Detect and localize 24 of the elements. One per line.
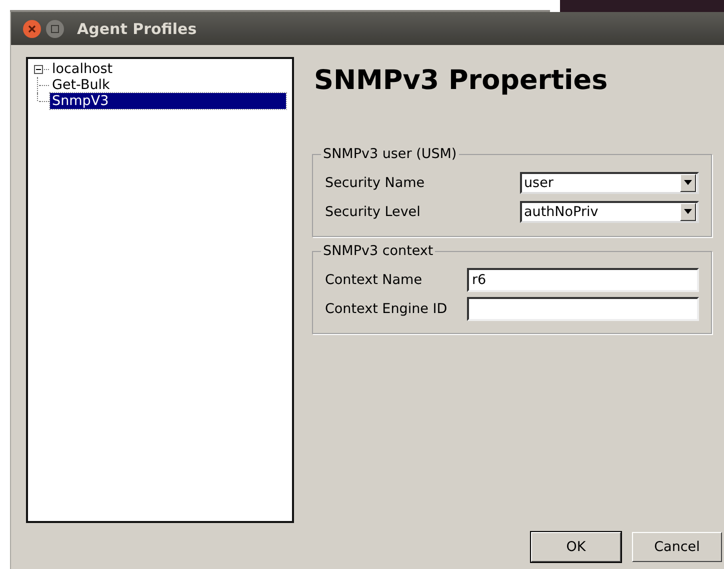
tree-item[interactable]: SnmpV3: [50, 93, 286, 109]
collapse-icon[interactable]: [34, 64, 43, 74]
group-title: SNMPv3 user (USM): [322, 146, 458, 162]
dropdown-arrow-icon: [684, 209, 692, 214]
window-title: Agent Profiles: [77, 20, 197, 38]
dropdown-arrow-icon: [684, 180, 692, 185]
page-heading: SNMPv3 Properties: [314, 65, 609, 96]
field-label: Context Name: [325, 272, 422, 288]
maximize-button[interactable]: [46, 20, 64, 38]
group-title: SNMPv3 context: [322, 243, 434, 259]
field-label: Security Level: [325, 204, 420, 220]
field-label: Context Engine ID: [325, 300, 448, 316]
dialog-button[interactable]: OK: [531, 532, 621, 562]
square-icon: [51, 24, 59, 32]
field-label: Security Name: [325, 174, 425, 190]
close-icon: [27, 24, 37, 34]
dialog-button[interactable]: Cancel: [632, 532, 722, 562]
tree-item[interactable]: localhost: [50, 61, 115, 77]
dropdown[interactable]: user: [520, 172, 699, 194]
dropdown[interactable]: authNoPriv: [520, 200, 699, 222]
tree-item[interactable]: Get-Bulk: [50, 77, 112, 93]
close-button[interactable]: [23, 20, 41, 38]
text-field[interactable]: r6: [467, 268, 699, 292]
text-field[interactable]: [467, 296, 699, 320]
